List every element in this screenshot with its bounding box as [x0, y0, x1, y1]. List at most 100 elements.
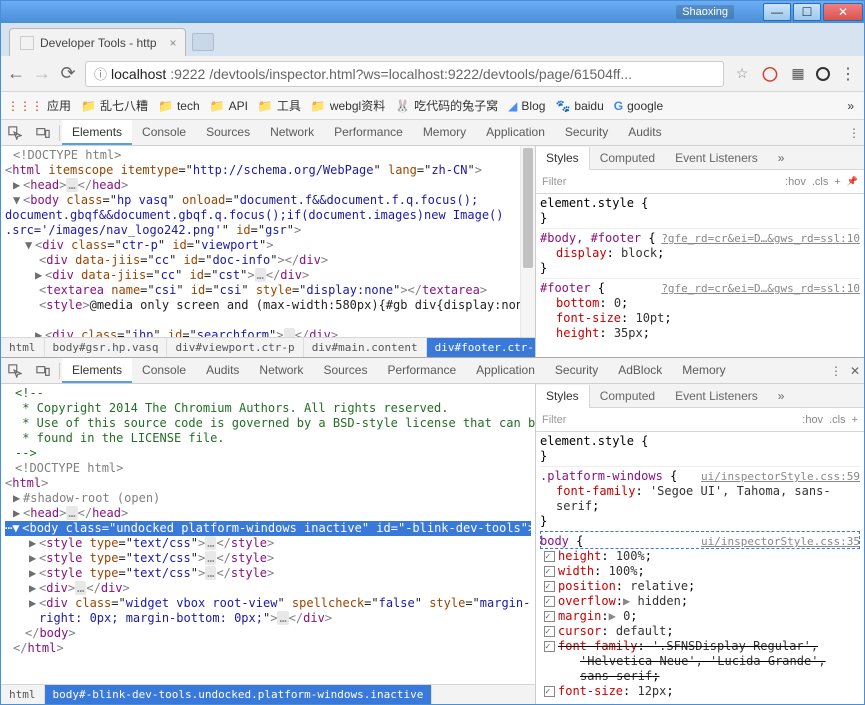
property-checkbox[interactable] — [544, 686, 555, 697]
devtools-close-icon[interactable]: ✕ — [850, 364, 860, 378]
reload-button[interactable]: ⟳ — [59, 63, 77, 84]
expand-icon[interactable]: ▶ — [29, 581, 39, 596]
bookmark-link[interactable]: 🐰吃代码的兔子窝 — [395, 97, 498, 114]
bookmarks-overflow-icon[interactable]: » — [847, 99, 858, 113]
expand-icon[interactable]: ▶ — [13, 506, 23, 521]
tab-network[interactable]: Network — [260, 120, 324, 145]
crumb[interactable]: body#gsr.hp.vasq — [45, 338, 168, 357]
tab-network[interactable]: Network — [249, 358, 313, 383]
tab-performance[interactable]: Performance — [377, 358, 466, 383]
hov-toggle[interactable]: :hov — [785, 176, 806, 188]
source-link[interactable]: ?gfe_rd=cr&ei=D…&gws_rd=ssl:10 — [661, 231, 860, 246]
device-toolbar-button[interactable] — [29, 364, 57, 378]
styles-content-top[interactable]: element.style { } #body, #footer {?gfe_r… — [536, 194, 864, 357]
styles-content-bottom[interactable]: element.style { } .platform-windows {ui/… — [536, 432, 864, 704]
source-link[interactable]: ui/inspectorStyle.css:59 — [701, 469, 860, 484]
crumb[interactable]: html — [1, 685, 45, 704]
sidetab-more-icon[interactable]: » — [768, 384, 795, 407]
extension-icon-2[interactable]: ▦ — [788, 64, 808, 84]
hov-toggle[interactable]: :hov — [802, 414, 823, 426]
tab-elements[interactable]: Elements — [62, 120, 132, 145]
property-checkbox[interactable] — [544, 581, 555, 592]
property-checkbox[interactable] — [544, 626, 555, 637]
minimize-button[interactable]: — — [763, 3, 791, 21]
tab-console[interactable]: Console — [132, 358, 196, 383]
sidetab-listeners[interactable]: Event Listeners — [665, 146, 768, 169]
scrollbar[interactable] — [520, 146, 535, 337]
extension-icon-3[interactable] — [816, 67, 830, 81]
expand-icon[interactable]: ▶ — [13, 491, 23, 506]
expand-icon[interactable]: ▶ — [29, 596, 39, 611]
collapse-icon[interactable]: ▼ — [13, 193, 23, 208]
tab-application[interactable]: Application — [466, 358, 545, 383]
cls-toggle[interactable]: .cls — [829, 414, 846, 426]
new-tab-button[interactable] — [192, 33, 214, 51]
elements-tree-bottom[interactable]: <!-- * Copyright 2014 The Chromium Autho… — [1, 384, 535, 684]
tab-sources[interactable]: Sources — [313, 358, 377, 383]
property-checkbox[interactable] — [544, 596, 555, 607]
bookmark-link[interactable]: Ggoogle — [614, 99, 663, 113]
sidetab-computed[interactable]: Computed — [590, 146, 665, 169]
selected-node[interactable]: ⋯▼<body class="undocked platform-windows… — [5, 521, 531, 536]
elements-tree-top[interactable]: <!DOCTYPE html> <html itemscope itemtype… — [1, 146, 535, 337]
filter-input[interactable]: Filter — [542, 414, 566, 426]
inspect-element-button[interactable] — [1, 364, 29, 378]
tab-close-icon[interactable]: × — [170, 36, 177, 50]
expand-icon[interactable]: ▶ — [13, 178, 23, 193]
bookmark-link[interactable]: 🐾baidu — [555, 99, 603, 113]
collapse-icon[interactable]: ▼ — [12, 521, 22, 536]
sidetab-styles[interactable]: Styles — [536, 147, 590, 170]
expand-icon[interactable]: ▶ — [35, 328, 45, 337]
chrome-menu-button[interactable]: ⋮ — [838, 64, 858, 84]
expand-icon[interactable]: ▶ — [35, 268, 45, 283]
apps-shortcut[interactable]: ⋮⋮⋮应用 — [7, 97, 71, 114]
bookmark-star-icon[interactable]: ☆ — [732, 64, 752, 84]
tab-audits[interactable]: Audits — [196, 358, 249, 383]
back-button[interactable]: ← — [7, 63, 25, 84]
inspect-element-button[interactable] — [1, 126, 29, 140]
sidetab-styles[interactable]: Styles — [536, 385, 590, 408]
tab-security[interactable]: Security — [555, 120, 618, 145]
bookmark-folder[interactable]: 📁webgl资料 — [311, 97, 385, 114]
source-link[interactable]: ui/inspectorStyle.css:35 — [701, 534, 860, 549]
expand-icon[interactable]: ▶ — [29, 566, 39, 581]
expand-icon[interactable]: ▶ — [29, 536, 39, 551]
tab-memory[interactable]: Memory — [413, 120, 476, 145]
site-info-icon[interactable]: ⓘ — [94, 64, 107, 83]
property-checkbox[interactable] — [544, 611, 555, 622]
tab-performance[interactable]: Performance — [324, 120, 413, 145]
sidetab-more-icon[interactable]: » — [768, 146, 795, 169]
tab-elements[interactable]: Elements — [62, 358, 132, 383]
crumb[interactable]: div#main.content — [304, 338, 427, 357]
tab-security[interactable]: Security — [545, 358, 608, 383]
sidetab-computed[interactable]: Computed — [590, 384, 665, 407]
tab-console[interactable]: Console — [132, 120, 196, 145]
sidetab-listeners[interactable]: Event Listeners — [665, 384, 768, 407]
tab-sources[interactable]: Sources — [196, 120, 260, 145]
tab-application[interactable]: Application — [476, 120, 555, 145]
expand-icon[interactable]: ▶ — [29, 551, 39, 566]
new-rule-icon[interactable]: + — [852, 414, 858, 426]
tab-audits[interactable]: Audits — [618, 120, 671, 145]
tab-memory[interactable]: Memory — [672, 358, 735, 383]
browser-tab[interactable]: Developer Tools - http × — [9, 28, 186, 56]
crumb[interactable]: div#viewport.ctr-p — [167, 338, 303, 357]
crumb[interactable]: html — [1, 338, 45, 357]
close-button[interactable]: ✕ — [823, 3, 863, 21]
pin-icon[interactable]: 📌 — [847, 176, 858, 187]
new-rule-icon[interactable]: + — [834, 176, 840, 188]
bookmark-link[interactable]: ◢Blog — [508, 99, 545, 113]
collapse-icon[interactable]: ▼ — [25, 238, 35, 253]
property-checkbox[interactable] — [544, 566, 555, 577]
devtools-menu-icon[interactable]: ⋮ — [848, 126, 860, 140]
tab-adblock[interactable]: AdBlock — [608, 358, 672, 383]
source-link[interactable]: ?gfe_rd=cr&ei=D…&gws_rd=ssl:10 — [661, 281, 860, 296]
property-checkbox[interactable] — [544, 551, 555, 562]
bookmark-folder[interactable]: 📁乱七八糟 — [81, 97, 148, 114]
crumb-active[interactable]: div#footer.ctr-p — [427, 338, 535, 357]
bookmark-folder[interactable]: 📁API — [210, 99, 248, 113]
bookmark-folder[interactable]: 📁工具 — [258, 97, 301, 114]
bookmark-folder[interactable]: 📁tech — [158, 99, 200, 113]
omnibox[interactable]: ⓘ localhost:9222/devtools/inspector.html… — [85, 61, 724, 87]
extension-icon-1[interactable]: ◯ — [760, 64, 780, 84]
